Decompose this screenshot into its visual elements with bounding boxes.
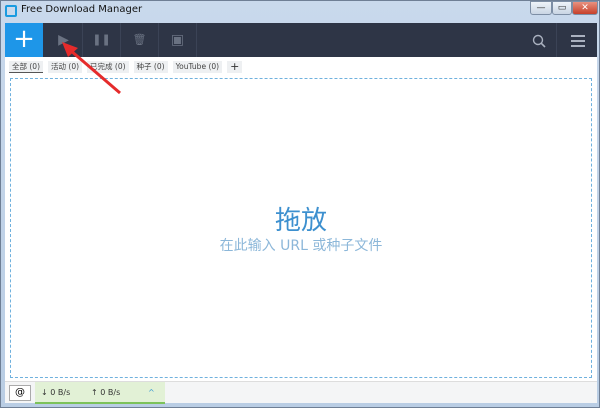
search-button[interactable]: [521, 23, 557, 57]
snail-icon: @: [15, 387, 25, 398]
menu-button[interactable]: [560, 23, 596, 57]
filter-tabs: 全部 (0) 活动 (0) 已完成 (0) 种子 (0) YouTube (0)…: [9, 61, 243, 73]
app-window: Free Download Manager — ▭ ✕ + ▶ ❚❚ 🗑 ▣ 全…: [0, 0, 600, 408]
maximize-button[interactable]: ▭: [552, 1, 572, 15]
title-bar: Free Download Manager — ▭ ✕: [1, 1, 599, 22]
drop-zone[interactable]: 拖放 在此输入 URL 或种子文件: [10, 78, 592, 378]
window-title: Free Download Manager: [21, 4, 143, 15]
close-button[interactable]: ✕: [572, 1, 598, 15]
minimize-button[interactable]: —: [530, 1, 552, 15]
tab-youtube[interactable]: YouTube (0): [172, 61, 223, 73]
snail-mode-button[interactable]: @: [9, 385, 31, 401]
tab-completed[interactable]: 已完成 (0): [87, 61, 129, 73]
start-button[interactable]: ▶: [45, 23, 83, 57]
tab-torrents[interactable]: 种子 (0): [133, 61, 168, 73]
drop-title: 拖放: [274, 206, 327, 236]
delete-button[interactable]: 🗑: [121, 23, 159, 57]
hamburger-menu-icon: [571, 34, 585, 47]
pause-button[interactable]: ❚❚: [83, 23, 121, 57]
toolbar: + ▶ ❚❚ 🗑 ▣: [5, 23, 597, 57]
download-speed: ↓ 0 B/s: [41, 388, 71, 397]
speed-panel[interactable]: ↓ 0 B/s ↑ 0 B/s ^: [35, 382, 165, 404]
move-button[interactable]: ▣: [159, 23, 197, 57]
drop-subtitle: 在此输入 URL 或种子文件: [219, 238, 383, 254]
upload-speed: ↑ 0 B/s: [91, 388, 121, 397]
tab-all[interactable]: 全部 (0): [9, 61, 44, 73]
add-download-button[interactable]: +: [5, 23, 43, 57]
main-content: 全部 (0) 活动 (0) 已完成 (0) 种子 (0) YouTube (0)…: [5, 57, 597, 381]
tab-active[interactable]: 活动 (0): [48, 61, 83, 73]
chevron-up-icon[interactable]: ^: [148, 388, 155, 397]
status-bar: @ ↓ 0 B/s ↑ 0 B/s ^: [5, 381, 597, 404]
add-tab-button[interactable]: +: [227, 61, 243, 73]
app-logo-icon: [5, 5, 17, 17]
search-icon: [532, 34, 546, 48]
